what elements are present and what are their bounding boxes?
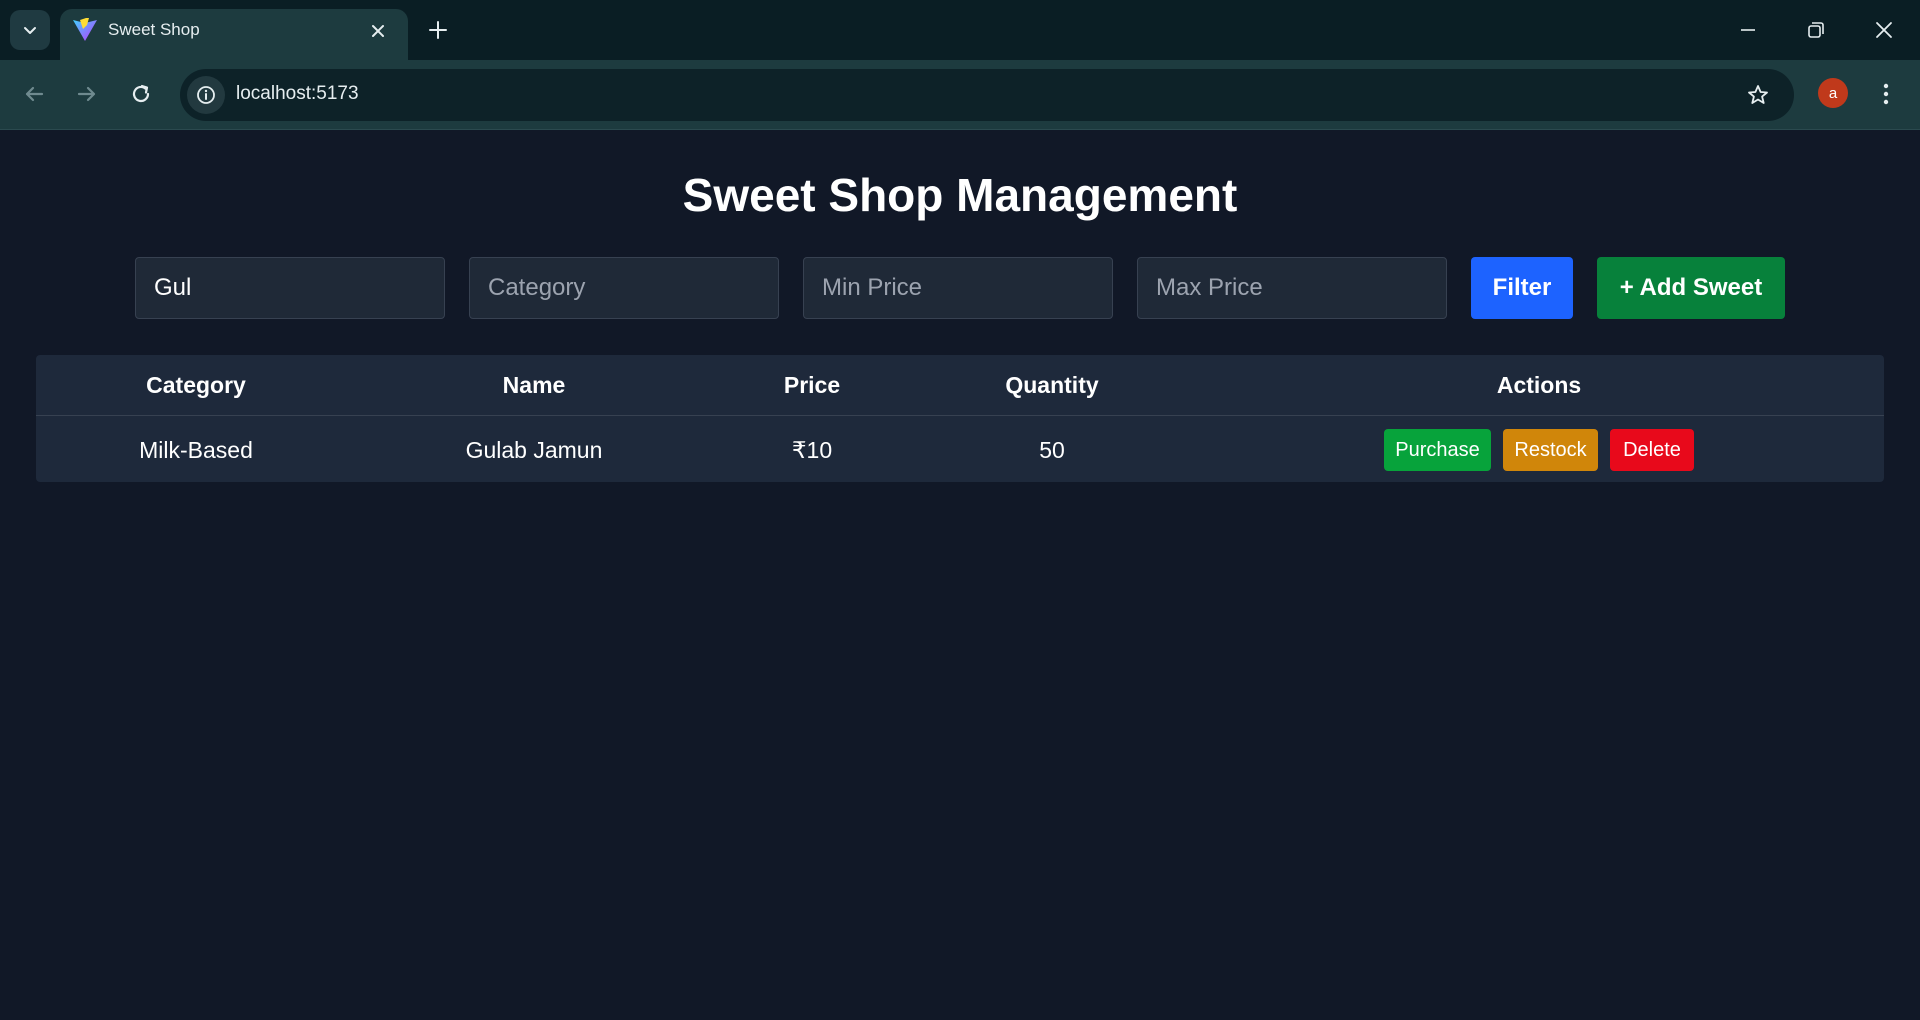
cell-price: ₹10 <box>791 437 833 463</box>
chevron-down-icon <box>24 27 36 34</box>
table-header-row: Category Name Price Quantity Actions <box>36 355 1884 416</box>
close-tab-icon[interactable] <box>366 19 390 43</box>
back-arrow-icon[interactable] <box>20 80 48 108</box>
browser-toolbar: localhost:5173 a <box>0 60 1920 130</box>
header-name: Name <box>502 372 566 398</box>
profile-avatar[interactable]: a <box>1818 78 1848 108</box>
url-text: localhost:5173 <box>236 83 359 104</box>
vite-favicon-icon <box>73 18 97 41</box>
cell-category: Milk-Based <box>139 437 253 463</box>
name-search-input[interactable] <box>135 257 445 319</box>
more-menu-icon[interactable] <box>1876 80 1896 108</box>
bookmark-star-icon[interactable] <box>1746 83 1770 107</box>
tab-title: Sweet Shop <box>108 20 200 39</box>
purchase-button[interactable]: Purchase <box>1384 429 1491 471</box>
info-icon <box>197 86 215 104</box>
cell-name: Gulab Jamun <box>465 437 603 463</box>
header-category: Category <box>146 372 246 398</box>
delete-button[interactable]: Delete <box>1610 429 1694 471</box>
address-bar[interactable]: localhost:5173 <box>180 69 1794 121</box>
header-price: Price <box>783 372 841 398</box>
browser-tabstrip: Sweet Shop <box>0 0 1920 60</box>
header-quantity: Quantity <box>1005 372 1099 398</box>
filter-button[interactable]: Filter <box>1471 257 1573 319</box>
sweets-table: Category Name Price Quantity Actions Mil… <box>36 355 1884 482</box>
category-input[interactable] <box>469 257 779 319</box>
close-window-icon[interactable] <box>1872 18 1896 42</box>
browser-tab-active[interactable]: Sweet Shop <box>60 9 408 60</box>
minimize-icon[interactable] <box>1736 18 1760 42</box>
new-tab-plus-icon[interactable] <box>426 18 450 42</box>
cell-quantity: 50 <box>1039 437 1065 463</box>
max-price-input[interactable] <box>1137 257 1447 319</box>
reload-icon[interactable] <box>127 80 155 108</box>
restore-window-icon[interactable] <box>1804 18 1828 42</box>
page-content: Sweet Shop Management Filter + Add Sweet… <box>0 130 1920 1020</box>
min-price-input[interactable] <box>803 257 1113 319</box>
restock-button[interactable]: Restock <box>1503 429 1598 471</box>
add-sweet-button[interactable]: + Add Sweet <box>1597 257 1785 319</box>
tab-search-button[interactable] <box>10 10 50 50</box>
page-title: Sweet Shop Management <box>682 169 1238 221</box>
header-actions: Actions <box>1496 372 1582 398</box>
site-info-button[interactable] <box>187 76 225 114</box>
forward-arrow-icon[interactable] <box>73 80 101 108</box>
